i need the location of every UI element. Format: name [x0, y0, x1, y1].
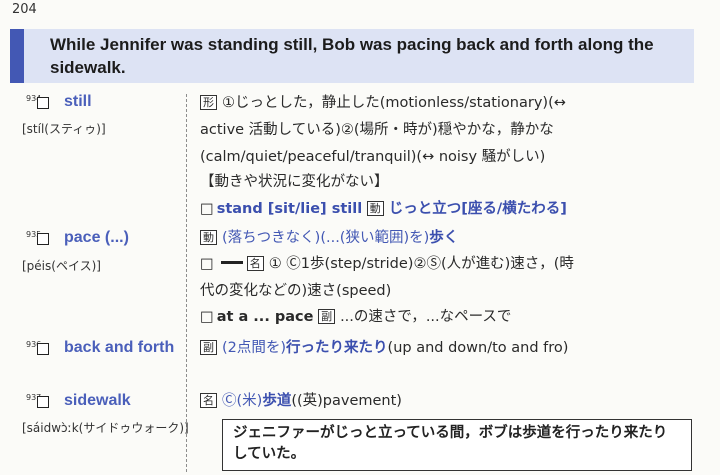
definition-text: ① Ⓒ1歩(step/stride)②Ⓢ(人が進む)速さ，(時	[268, 256, 574, 272]
definition-note: (落ちつきなく)(...(狭い範囲)を)	[222, 230, 430, 246]
translation-box: ジェニファーがじっと立っている間，ボブは歩道を行ったり来たりしていた。	[222, 419, 692, 471]
definition-line: (calm/quiet/peaceful/tranquil)(↔ noisy 騒…	[200, 147, 545, 167]
phrase: stand [sit/lie] still	[216, 201, 363, 217]
checkbox-icon[interactable]	[37, 233, 49, 245]
definition-text: ((英)pavement)	[291, 393, 402, 409]
definition-line: active 活動している)②(場所・時が)穏やかな，静かな	[200, 120, 554, 140]
definition-meaning: 歩道	[262, 393, 292, 409]
square-icon: □	[200, 201, 214, 217]
definition-line: 代の変化などの)速さ(speed)	[200, 281, 391, 301]
phrase-line: □ at a ... pace 副 ...の速さで，...なペースで	[200, 307, 511, 327]
checkbox-icon[interactable]	[37, 97, 49, 109]
definition-line: 【動きや状況に変化がない】	[200, 172, 389, 192]
definition-note: (2点間を)	[222, 340, 287, 356]
column-divider	[186, 94, 187, 472]
definition-line: 形 ①じっとした，静止した(motionless/stationary)(↔	[200, 93, 566, 113]
definition-line: 名 Ⓒ(米)歩道((英)pavement)	[200, 391, 402, 411]
headword: pace (...)	[64, 229, 129, 246]
pos-tag: 名	[200, 393, 217, 408]
pronunciation: [sáidwɔ̀ːk(サイドゥウォーク)]	[22, 421, 189, 435]
pos-tag: 名	[246, 256, 264, 271]
headword: sidewalk	[64, 392, 131, 409]
pos-tag: 副	[200, 340, 217, 355]
checkbox-icon[interactable]	[37, 343, 49, 355]
pos-tag: 動	[366, 201, 384, 216]
definition-meaning: 行ったり来たり	[286, 340, 388, 356]
pronunciation: [stíl(スティゥ)]	[22, 122, 106, 136]
definition-text: (calm/quiet/peaceful/tranquil)(↔ noisy 騒…	[200, 149, 546, 165]
pos-tag: 動	[200, 230, 217, 245]
page-number: 204	[12, 2, 37, 17]
definition-note: Ⓒ(米)	[222, 393, 263, 409]
phrase-meaning: ...の速さで，...なペースで	[340, 309, 512, 325]
definition-meaning: 歩く	[429, 230, 459, 246]
pos-tag: 副	[318, 309, 336, 324]
example-sentence-banner: While Jennifer was standing still, Bob w…	[10, 29, 694, 83]
checkbox-icon[interactable]	[37, 396, 49, 408]
pos-tag: 形	[200, 95, 217, 110]
definition-line: □ 名 ① Ⓒ1歩(step/stride)②Ⓢ(人が進む)速さ，(時	[200, 254, 574, 274]
square-icon: □	[200, 309, 214, 325]
phrase: at a ... pace	[216, 309, 314, 325]
definition-text: 【動きや状況に変化がない】	[200, 174, 389, 190]
example-sentence: While Jennifer was standing still, Bob w…	[50, 35, 654, 77]
dash-icon	[220, 261, 243, 264]
pronunciation: [péis(ペイス)]	[22, 259, 101, 273]
definition-line: 副 (2点間を)行ったり来たり(up and down/to and fro)	[200, 338, 568, 358]
phrase-meaning: じっと立つ[座る/横たわる]	[388, 201, 567, 217]
phrase-line: □ stand [sit/lie] still 動じっと立つ[座る/横たわる]	[200, 199, 567, 219]
headword: still	[64, 93, 92, 110]
definition-line: 動 (落ちつきなく)(...(狭い範囲)を)歩く	[200, 228, 458, 248]
definition-text: 代の変化などの)速さ(speed)	[200, 283, 392, 299]
square-icon: □	[200, 256, 214, 272]
definition-text: (up and down/to and fro)	[387, 340, 569, 356]
definition-text: active 活動している)②(場所・時が)穏やかな，静かな	[200, 122, 554, 138]
translation-text: ジェニファーがじっと立っている間，ボブは歩道を行ったり来たりしていた。	[233, 425, 668, 462]
headword: back and forth	[64, 339, 175, 356]
banner-accent-bar	[10, 29, 24, 83]
definition-text: ①じっとした，静止した(motionless/stationary)(↔	[222, 95, 566, 111]
